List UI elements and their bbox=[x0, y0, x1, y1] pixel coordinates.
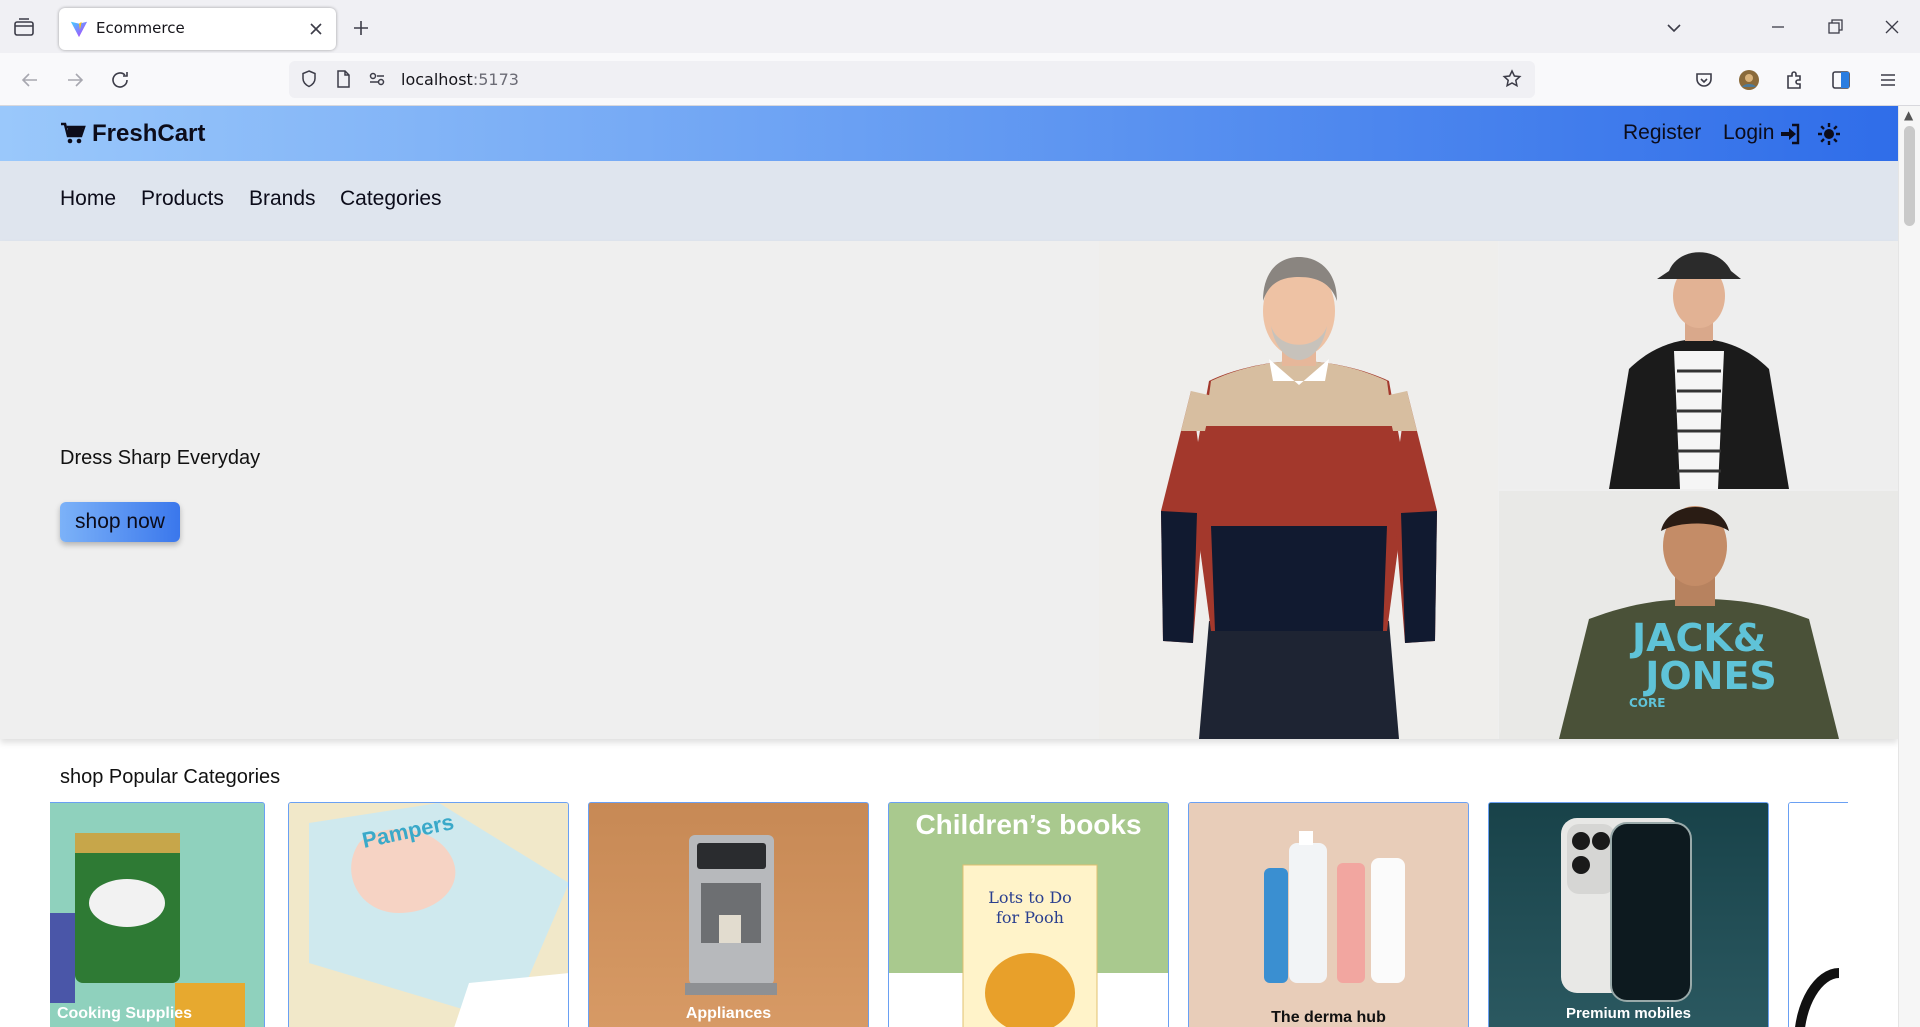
nav-categories[interactable]: Categories bbox=[340, 187, 442, 211]
minimize-icon[interactable] bbox=[1767, 16, 1789, 38]
chevron-down-icon[interactable] bbox=[1662, 16, 1686, 40]
scroll-up-arrow-icon[interactable]: ▲ bbox=[1904, 108, 1913, 122]
svg-text:for Pooh: for Pooh bbox=[996, 908, 1064, 927]
theme-toggle-sun-icon[interactable] bbox=[1817, 122, 1841, 146]
login-link[interactable]: Login bbox=[1723, 121, 1774, 145]
category-card[interactable]: Cooking Supplies bbox=[50, 802, 265, 1027]
forward-arrow-icon[interactable] bbox=[63, 68, 87, 92]
site-logo[interactable]: FreshCart bbox=[60, 120, 205, 148]
category-label: Appliances bbox=[685, 1005, 772, 1022]
register-link[interactable]: Register bbox=[1623, 121, 1701, 145]
category-card[interactable]: The derma hub bbox=[1188, 802, 1469, 1027]
site-permissions-icon[interactable] bbox=[367, 69, 387, 89]
category-label: Cooking Supplies bbox=[56, 1005, 193, 1022]
category-card[interactable]: Lots to Do for Pooh Children’s books bbox=[888, 802, 1169, 1027]
site-header: FreshCart Register Login bbox=[0, 106, 1898, 161]
restore-icon[interactable] bbox=[1824, 16, 1846, 38]
url-text: localhost:5173 bbox=[401, 70, 519, 89]
pocket-icon[interactable] bbox=[1692, 68, 1716, 92]
category-card[interactable] bbox=[1788, 802, 1848, 1027]
category-label: Premium mobiles bbox=[1565, 1005, 1692, 1022]
main-nav: Home Products Brands Categories bbox=[0, 161, 1898, 241]
svg-text:JONES: JONES bbox=[1642, 654, 1777, 698]
page-icon[interactable] bbox=[333, 69, 353, 89]
address-bar[interactable]: localhost:5173 bbox=[289, 61, 1535, 98]
category-label: The derma hub bbox=[1271, 1009, 1386, 1026]
category-card[interactable]: Appliances bbox=[588, 802, 869, 1027]
browser-toolbar: localhost:5173 bbox=[0, 53, 1920, 106]
reload-icon[interactable] bbox=[108, 68, 132, 92]
categories-slider[interactable]: Cooking Supplies Pampers Appliances Lots… bbox=[50, 802, 1848, 1027]
cart-icon bbox=[61, 122, 86, 144]
page-viewport: FreshCart Register Login Home Products B… bbox=[0, 106, 1898, 1027]
category-label: Children’s books bbox=[915, 809, 1142, 840]
hero-image-leather-jacket bbox=[1499, 241, 1898, 489]
hero-tagline: Dress Sharp Everyday bbox=[60, 447, 261, 469]
hero-image-sweater-man bbox=[1099, 241, 1498, 739]
bookmark-star-icon[interactable] bbox=[1502, 69, 1522, 89]
browser-tabbar: Ecommerce bbox=[0, 0, 1920, 53]
hamburger-menu-icon[interactable] bbox=[1876, 68, 1900, 92]
page-scrollbar[interactable]: ▲ bbox=[1898, 106, 1920, 1027]
hero-image-green-tshirt: JACK& JONES CORE bbox=[1499, 491, 1898, 739]
vite-favicon-icon bbox=[70, 20, 88, 38]
close-tab-icon[interactable] bbox=[306, 19, 326, 39]
category-card[interactable]: Pampers bbox=[288, 802, 569, 1027]
account-avatar-icon[interactable] bbox=[1737, 68, 1761, 92]
browser-tab-active[interactable]: Ecommerce bbox=[59, 8, 336, 50]
logo-text: FreshCart bbox=[92, 120, 206, 147]
extensions-puzzle-icon[interactable] bbox=[1783, 68, 1807, 92]
hero-banner: Dress Sharp Everyday shop now JACK& JONE… bbox=[0, 241, 1898, 739]
scroll-thumb[interactable] bbox=[1904, 126, 1915, 226]
close-window-icon[interactable] bbox=[1881, 16, 1903, 38]
shop-now-button[interactable]: shop now bbox=[60, 502, 180, 542]
nav-products[interactable]: Products bbox=[141, 187, 224, 211]
login-arrow-icon[interactable] bbox=[1779, 123, 1801, 145]
categories-section-title: shop Popular Categories bbox=[60, 766, 281, 788]
nav-brands[interactable]: Brands bbox=[249, 187, 316, 211]
new-tab-icon[interactable] bbox=[349, 16, 373, 40]
svg-text:Lots to Do: Lots to Do bbox=[988, 888, 1072, 907]
back-arrow-icon[interactable] bbox=[18, 68, 42, 92]
sidebar-icon[interactable] bbox=[1829, 68, 1853, 92]
svg-text:CORE: CORE bbox=[1629, 696, 1665, 710]
tab-title: Ecommerce bbox=[96, 19, 185, 37]
category-card[interactable]: Premium mobiles bbox=[1488, 802, 1769, 1027]
nav-home[interactable]: Home bbox=[60, 187, 116, 211]
tab-list-icon[interactable] bbox=[12, 16, 36, 40]
shield-icon[interactable] bbox=[299, 69, 319, 89]
